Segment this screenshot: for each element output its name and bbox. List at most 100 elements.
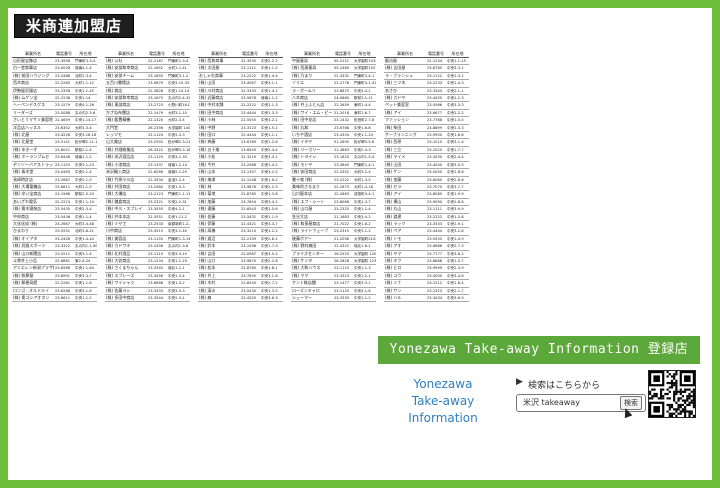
qr-code-icon[interactable] xyxy=(648,370,696,418)
cell-no: 23-6060 xyxy=(426,176,446,184)
cell-no: 23-5511 xyxy=(54,250,74,258)
table-row: ヘーペンデスゲス 23-1579 中央4-1-26 xyxy=(12,101,97,110)
cell-addr: 城南1-2-14 xyxy=(167,161,190,170)
cell-name: (株) 安田商店 xyxy=(291,168,333,177)
cell-name: (株) ママ xyxy=(291,272,333,281)
cell-addr: 中央2-3-9 xyxy=(446,264,469,273)
cell-name: (株) 西和商事 xyxy=(198,57,240,66)
table-row: ソリエ 22-2778 門東町3-1-41 xyxy=(291,79,376,88)
cell-addr: 中央3-3-7 xyxy=(260,220,283,229)
cell-no: 23-7070 xyxy=(426,183,446,192)
cell-no: 23-2480 xyxy=(147,183,167,192)
cell-addr: 中央3-1-40 xyxy=(167,227,190,236)
table-row: (株) アイ 23-8080 中央1-9-9 xyxy=(384,190,469,199)
table-row: 白一堂商事店 23-0028 城南4-1-4 xyxy=(12,64,97,73)
cell-addr: 中央3-5-5 xyxy=(446,161,469,170)
cell-no: 23-1122 xyxy=(426,72,446,81)
table-row: (株) ママ 23-3323 中央1-2-1 xyxy=(291,272,376,281)
cell-name: (株) 山口 xyxy=(198,257,240,266)
table-row: (株) 多田中商店 23-3344 中央2-3-1 xyxy=(105,294,190,303)
table-row: ローズンキャロ 23-1125 中央4-1-6 xyxy=(291,287,376,296)
cell-no: 23-2488 xyxy=(54,72,74,81)
cell-addr: 中央1-1-8 xyxy=(74,279,97,288)
cell-addr: 中央3-4-1 xyxy=(353,87,376,96)
cell-name: (株) キク xyxy=(384,257,426,266)
cell-addr: 中央2-1-7 xyxy=(446,287,469,296)
cell-addr: 中央1-1-10 xyxy=(74,198,97,207)
cell-name: (株) ペア xyxy=(384,227,426,236)
table-row: (株) 三ツ木 23-2233 中央1-4-3 xyxy=(384,79,469,88)
table-row: (株) マイメ 23-3030 中央2-4-4 xyxy=(384,153,469,162)
cell-name: (株) 大佐商店 xyxy=(105,257,147,266)
table-row: ブライズセンター26-2525大学園町 12022 xyxy=(291,250,376,258)
page-title: 米商連加盟店 xyxy=(25,17,122,35)
cell-name: ロンゴ・オルドルイ xyxy=(12,287,54,296)
table-row: (株) 和泉屋商店 21-7022 中央1-8-2 xyxy=(291,220,376,229)
cell-no: 23-0679 xyxy=(147,79,167,88)
table-row: ラ・ブランシュ 23-1122 中央1-3-1 xyxy=(384,72,469,81)
cell-addr: 大学園町 14095 xyxy=(167,124,190,133)
cell-no: 23-9876 xyxy=(240,183,260,192)
cell-name: (株) 鈴木 xyxy=(198,242,240,251)
cell-no: 23-0000 xyxy=(426,272,446,281)
cell-addr: 小野川町1612 xyxy=(167,101,190,110)
table-header-row: 事業所名 電話番号 所在地 xyxy=(384,50,469,58)
table-row: (株) 菊地 22-8765 中央1-3-8 xyxy=(198,190,283,199)
cell-no: 23-1111 xyxy=(426,205,446,214)
cell-no: 23-2123 xyxy=(147,190,167,199)
cell-addr: 城北1-8-1 xyxy=(353,242,376,251)
cell-no: 23-6448 xyxy=(54,153,74,162)
column-header-store: 事業所名 xyxy=(384,50,426,58)
cell-name: (株) ワイ・エム・ピー xyxy=(291,109,333,118)
cell-addr: 中央2-2-3 xyxy=(260,183,283,192)
cell-no: 22-4321 xyxy=(240,220,260,229)
cell-no: 51-2695 xyxy=(333,138,353,147)
cell-no: 22-4659 xyxy=(54,116,74,125)
table-row: (株) ミヤ工 23-2533 南原新町1-2-4 xyxy=(105,220,190,229)
cell-no: 23-1357 xyxy=(240,168,260,177)
table-row: (株) 山本 23-1357 中央3-2-5 xyxy=(198,168,283,177)
table-row: (株) 山口屋 23-2325 中央1-1-4 xyxy=(291,205,376,214)
cell-no: 23-3030 xyxy=(426,153,446,162)
cell-addr: 中央3-1-33 xyxy=(167,153,190,162)
cell-no: 23-2222 xyxy=(426,213,446,221)
cell-no: 23-3555 xyxy=(147,205,167,214)
table-row: (株) 松本 22-8760 中央1-8-1 xyxy=(198,264,283,273)
cell-addr: 中央3-2-1 xyxy=(260,116,283,125)
cell-addr: 門東町3-1-2 xyxy=(167,72,190,81)
cell-no: 21-7022 xyxy=(333,220,353,229)
table-row: 金谷大店 21-1683 中央3-4-2 xyxy=(291,213,376,221)
table-row: (株) 安部和幸商店 23-1675 丸の内2-4-31 xyxy=(105,94,190,103)
cell-no: 23-3323 xyxy=(333,272,353,281)
cell-name: (株) モトヤ xyxy=(291,161,333,170)
cell-addr: 中央2-7-3 xyxy=(446,242,469,251)
table-row: (株) 川村商店 22-3333 中央1-4-1 xyxy=(198,87,283,96)
cell-addr: 駅前2-5-20 xyxy=(74,190,97,199)
table-header-row: 事業所名 電話番号 所在地 xyxy=(12,50,97,58)
cell-addr: 中央1-8-8 xyxy=(446,168,469,177)
cell-name: 中屋薬局 xyxy=(291,57,333,66)
banner-heading: Yonezawa Take-away Information 登録店 xyxy=(389,342,689,357)
cell-no: 23-5141 xyxy=(54,138,74,147)
cell-name: (株) 西原 xyxy=(384,138,426,147)
cell-name: ラ・ブランシュ xyxy=(384,72,426,81)
cell-no: 22-1320 xyxy=(147,116,167,125)
cell-name: (株) 郵便局館 xyxy=(12,279,54,288)
cell-no: 24-0660 xyxy=(333,94,353,103)
cell-addr: 中央3-9-9 xyxy=(446,205,469,214)
cell-addr: 門東町1-1-11 xyxy=(167,190,190,199)
table-row: (株) 三立 23-2020 中央1-7-7 xyxy=(384,146,469,155)
table-row: 八木商店 24-0660 駅前3-1-11 xyxy=(291,94,376,103)
table-header-row: 事業所名 電話番号 所在地 xyxy=(105,50,190,58)
table-row: (株) 吉田屋 23-8765 中央3-3-1 xyxy=(384,64,469,73)
table-row: (株) ヒロ 23-9999 中央2-3-9 xyxy=(384,264,469,273)
cell-addr: 中央2-3-3 xyxy=(446,124,469,133)
cell-name: ローズンキャロ xyxy=(291,287,333,296)
cell-name: (株) 田中花店 xyxy=(291,116,333,125)
cell-addr: 中央1-2-2 xyxy=(260,227,283,236)
cell-no: 23-3344 xyxy=(426,87,446,96)
table-row: かざね布團店 22-1479 大町3-1-10 xyxy=(105,109,190,118)
cell-no: 21-2018 xyxy=(333,109,353,118)
cell-addr: 大町3-3-4 xyxy=(74,124,97,133)
cell-no: 23-3210 xyxy=(240,227,260,236)
